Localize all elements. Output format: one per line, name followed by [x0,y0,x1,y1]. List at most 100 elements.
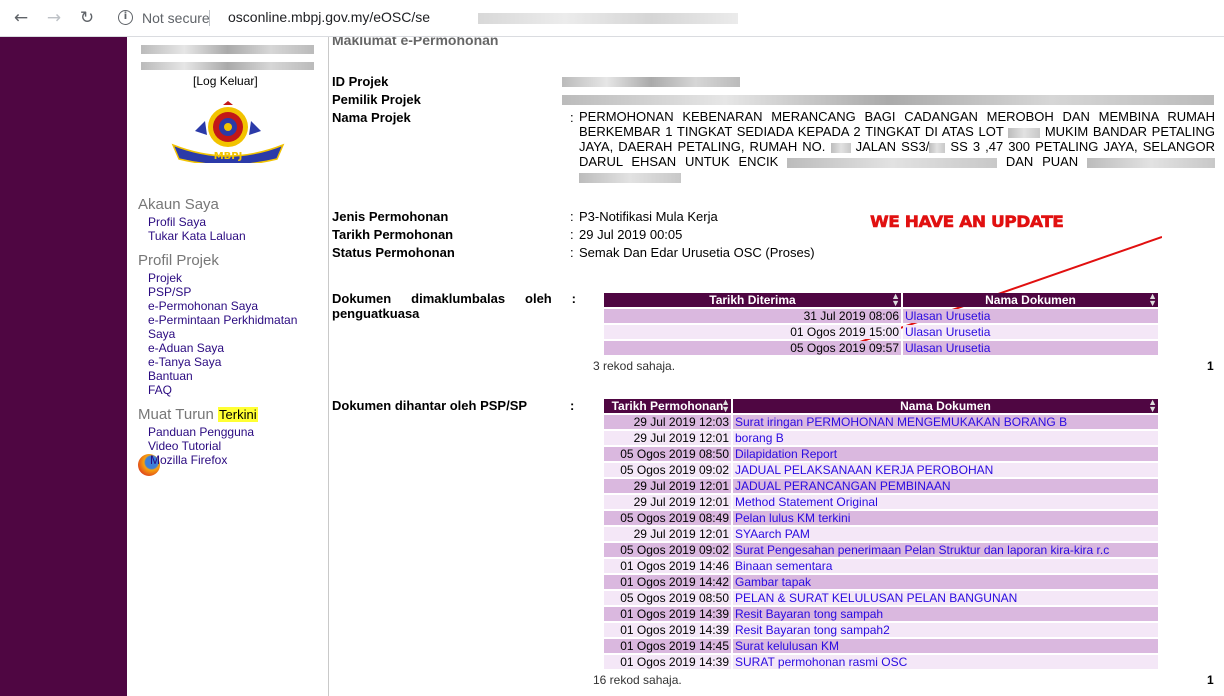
sort-icon[interactable]: ▲ ▼ [721,398,730,414]
sidebar-item-tukar-kata-laluan[interactable]: Tukar Kata Laluan [148,229,308,243]
document-link[interactable]: Ulasan Urusetia [903,309,1158,323]
document-link[interactable]: Surat Pengesahan penerimaan Pelan Strukt… [733,543,1158,557]
muat-turun-label: Muat Turun [138,406,214,423]
sidebar-item-profil-saya[interactable]: Profil Saya [148,215,308,229]
sort-icon[interactable]: ▲ ▼ [1148,398,1157,414]
psp-page-number[interactable]: 1 [1207,673,1214,687]
security-label: Not secure [142,10,210,26]
terkini-badge: Terkini [218,407,258,422]
maklumbalas-page-number[interactable]: 1 [1207,359,1214,373]
document-link[interactable]: JADUAL PERANCANGAN PEMBINAAN [733,479,1158,493]
forward-arrow-icon[interactable]: → [43,7,65,29]
sidebar-item-psp-sp[interactable]: PSP/SP [148,285,308,299]
sidebar-item-panduan-pengguna[interactable]: Panduan Pengguna [148,425,308,439]
dokumen-psp-label: Dokumen dihantar oleh PSP/SP [332,398,528,413]
page-title: Maklumat e-Permohonan [332,37,499,48]
nama-dokumen-header-label: Nama Dokumen [900,399,991,413]
sidebar-item-mozilla-firefox[interactable]: Mozilla Firefox [150,453,227,467]
row-date: 01 Ogos 2019 14:46 [604,559,731,573]
mbpj-logo: MBPJ [171,101,285,163]
document-link[interactable]: Ulasan Urusetia [903,325,1158,339]
tarikh-permohonan-header-label: Tarikh Permohonan [611,399,724,413]
url-redaction [478,13,738,24]
dokumen-maklumbalas-label-line2: penguatkuasa [332,306,420,321]
nama-dokumen-header[interactable]: Nama Dokumen ▲ ▼ [903,292,1158,308]
row-date: 01 Ogos 2019 14:39 [604,607,731,621]
document-link[interactable]: SYAarch PAM [733,527,1158,541]
sidebar-item-projek[interactable]: Projek [148,271,308,285]
row-date: 31 Jul 2019 08:06 [604,309,901,323]
tarikh-permohonan-header[interactable]: Tarikh Permohonan ▲ ▼ [604,398,731,414]
maklumbalas-record-count: 3 rekod sahaja. [593,359,676,373]
nama-part3: JALAN SS3/ [855,139,930,154]
table-row: 05 Ogos 2019 09:57 Ulasan Urusetia [604,341,1158,355]
sidebar-item-e-aduan-saya[interactable]: e-Aduan Saya [148,341,308,355]
jalan-redaction [929,142,946,153]
dokumen-psp-table: Tarikh Permohonan ▲ ▼ Nama Dokumen ▲ ▼ 29 Ju… [602,397,1160,671]
document-link[interactable]: Ulasan Urusetia [903,341,1158,355]
row-date: 29 Jul 2019 12:01 [604,431,731,445]
document-link[interactable]: JADUAL PELAKSANAAN KERJA PEROBOHAN [733,463,1158,477]
page-left-band [0,37,127,696]
document-link[interactable]: Surat iringan PERMOHONAN MENGEMUKAKAN BO… [733,415,1158,429]
sidebar-item-video-tutorial[interactable]: Video Tutorial [148,439,308,453]
sidebar: [Log Keluar] MBPJ Akaun Saya Profil Saya… [127,37,327,696]
profil-projek-heading: Profil Projek [138,252,219,269]
document-link[interactable]: Surat kelulusan KM [733,639,1158,653]
user-id-redaction [141,62,314,70]
row-date: 05 Ogos 2019 09:02 [604,543,731,557]
id-projek-redaction [562,77,740,87]
nama-projek-value: PERMOHONAN KEBENARAN MERANCANG BAGI CADA… [579,109,1215,184]
pemilik-projek-label: Pemilik Projek [332,92,421,107]
sidebar-item-faq[interactable]: FAQ [148,383,308,397]
nama-dokumen-header[interactable]: Nama Dokumen ▲ ▼ [733,398,1158,414]
table-row: 01 Ogos 2019 14:45 Surat kelulusan KM [604,639,1158,653]
info-icon[interactable]: i [118,10,133,25]
muat-turun-heading: Muat Turun Terkini [138,406,258,423]
document-link[interactable]: borang B [733,431,1158,445]
main-content: Maklumat e-Permohonan ID Projek Pemilik … [332,37,1222,696]
document-link[interactable]: Method Statement Original [733,495,1158,509]
row-date: 05 Ogos 2019 08:49 [604,511,731,525]
url-text[interactable]: osconline.mbpj.gov.my/eOSC/se [228,9,430,25]
document-link[interactable]: SURAT permohonan rasmi OSC [733,655,1158,669]
sidebar-item-e-permintaan-perkhidmatan[interactable]: e-Permintaan Perkhidmatan [148,313,308,327]
tarikh-diterima-header[interactable]: Tarikh Diterima ▲ ▼ [604,292,901,308]
browser-toolbar: ← → ↻ i Not secure osconline.mbpj.gov.my… [0,0,1224,37]
status-colon: : [570,245,574,260]
sidebar-item-e-permohonan-saya[interactable]: e-Permohonan Saya [148,299,308,313]
rumah-redaction [830,142,851,153]
document-link[interactable]: Dilapidation Report [733,447,1158,461]
lot-redaction [1008,127,1041,138]
document-link[interactable]: Binaan sementara [733,559,1158,573]
nama-dokumen-header-label: Nama Dokumen [985,293,1076,307]
logo-text: MBPJ [214,151,243,162]
reload-icon[interactable]: ↻ [76,7,98,29]
table-row: 01 Ogos 2019 14:46 Binaan sementara [604,559,1158,573]
sidebar-item-e-permintaan-saya[interactable]: Saya [148,327,308,341]
table-row: 05 Ogos 2019 08:49 Pelan lulus KM terkini [604,511,1158,525]
psp-record-count: 16 rekod sahaja. [593,673,682,687]
sidebar-item-bantuan[interactable]: Bantuan [148,369,308,383]
sort-icon[interactable]: ▲ ▼ [891,292,900,308]
address-bar[interactable]: i Not secure osconline.mbpj.gov.my/eOSC/… [108,5,1208,31]
akaun-saya-heading: Akaun Saya [138,196,219,213]
document-link[interactable]: Gambar tapak [733,575,1158,589]
document-link[interactable]: Resit Bayaran tong sampah [733,607,1158,621]
logout-link[interactable]: [Log Keluar] [193,74,258,88]
sort-icon[interactable]: ▲ ▼ [1148,292,1157,308]
document-link[interactable]: Pelan lulus KM terkini [733,511,1158,525]
jenis-colon: : [570,209,574,224]
id-projek-label: ID Projek [332,74,389,89]
content-pane: [Log Keluar] MBPJ Akaun Saya Profil Saya… [127,37,1224,696]
table-row: 29 Jul 2019 12:01 Method Statement Origin… [604,495,1158,509]
sidebar-item-e-tanya-saya[interactable]: e-Tanya Saya [148,355,308,369]
dokumen-maklumbalas-rows: 31 Jul 2019 08:06 Ulasan Urusetia 01 Ogos … [604,309,1158,355]
nama-projek-colon: : [570,110,574,125]
jenis-permohonan-value: P3-Notifikasi Mula Kerja [579,209,718,224]
back-arrow-icon[interactable]: ← [10,7,32,29]
dokumen-psp-rows: 29 Jul 2019 12:03 Surat iringan PERMOHONA… [604,415,1158,669]
row-date: 05 Ogos 2019 09:02 [604,463,731,477]
document-link[interactable]: Resit Bayaran tong sampah2 [733,623,1158,637]
document-link[interactable]: PELAN & SURAT KELULUSAN PELAN BANGUNAN [733,591,1158,605]
